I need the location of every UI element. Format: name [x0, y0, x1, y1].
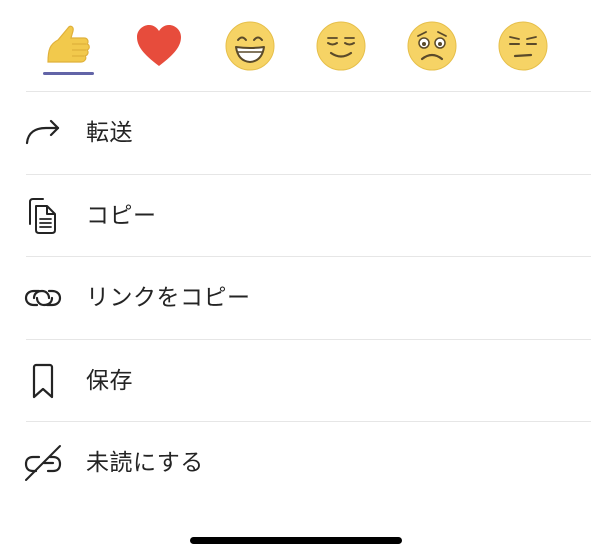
menu-item-copy-link[interactable]: リンクをコピー [0, 257, 591, 339]
link-icon [22, 277, 64, 319]
heart-icon [135, 24, 183, 68]
copy-document-icon [22, 195, 64, 237]
home-indicator[interactable] [190, 537, 402, 544]
laughing-face-icon [225, 21, 275, 71]
menu-item-label: 保存 [86, 368, 133, 394]
menu-item-save[interactable]: 保存 [0, 340, 591, 422]
reaction-bar [0, 0, 591, 91]
smiling-face-icon [316, 21, 366, 71]
reaction-like-button[interactable] [38, 16, 98, 76]
menu-item-label: 転送 [86, 120, 133, 146]
menu-item-label: 未読にする [86, 450, 204, 476]
reaction-laugh-button[interactable] [220, 16, 280, 76]
annoyed-face-icon [498, 21, 548, 71]
message-actions-sheet: 転送 コピー リンクをコピー 保存 未読にする [0, 0, 591, 558]
menu-item-copy[interactable]: コピー [0, 175, 591, 257]
menu-item-label: リンクをコピー [86, 285, 251, 311]
menu-item-label: コピー [86, 203, 157, 229]
forward-arrow-icon [22, 112, 64, 154]
menu-item-mark-unread[interactable]: 未読にする [0, 422, 591, 504]
reaction-heart-button[interactable] [129, 16, 189, 76]
reaction-smile-button[interactable] [311, 16, 371, 76]
selected-reaction-indicator [43, 72, 94, 75]
unread-icon [22, 442, 64, 484]
reaction-annoyed-button[interactable] [493, 16, 553, 76]
menu-item-forward[interactable]: 転送 [0, 92, 591, 174]
reaction-surprised-button[interactable] [402, 16, 462, 76]
surprised-face-icon [407, 21, 457, 71]
thumbs-up-icon [42, 20, 94, 72]
bookmark-icon [22, 360, 64, 402]
